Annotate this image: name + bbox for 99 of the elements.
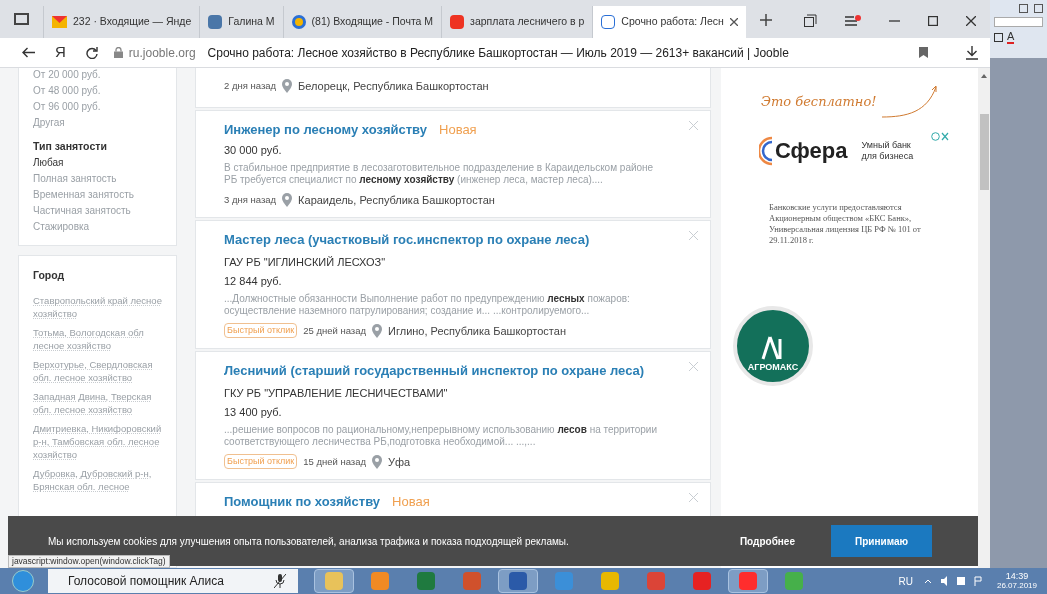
tab-title: Галина М bbox=[228, 14, 275, 30]
site-icon bbox=[208, 15, 223, 29]
job-location: Уфа bbox=[388, 454, 411, 470]
bank-disclaimer: Банковские услуги предоставляются Акционерным обществом «БКС Банк», Универсальная лицензия ЦБ РФ № 101 от 29.11.2018 г. bbox=[769, 202, 922, 246]
tab-title: зарплата лесничего в р bbox=[470, 14, 585, 30]
employment-filter-option[interactable]: Частичная занятость bbox=[33, 204, 162, 217]
start-button[interactable] bbox=[12, 570, 34, 592]
more-link[interactable]: Подробнее bbox=[739, 533, 795, 549]
lock-icon bbox=[113, 47, 123, 58]
job-description: ...решение вопросов по рациональному,непрерывному использованию лесов на территории соответствующего лесничества РБ,подготовка необходимой... ...,... bbox=[224, 423, 658, 448]
location-pin-icon bbox=[282, 192, 293, 207]
clock-time[interactable]: 14:39 bbox=[1005, 571, 1029, 581]
search-field[interactable]: Голосовой помощник Алиса bbox=[48, 569, 298, 593]
menu-icon[interactable] bbox=[845, 14, 861, 27]
salary-filter-option[interactable]: Другая bbox=[33, 116, 162, 129]
new-label: Новая bbox=[439, 120, 477, 139]
bookmark-icon[interactable] bbox=[919, 47, 928, 58]
city-link[interactable]: Тотьма, Вологодская обл лесное хозяйство bbox=[33, 325, 168, 352]
back-arrow-icon[interactable] bbox=[22, 47, 35, 58]
tab-list-icon[interactable] bbox=[14, 13, 29, 25]
arc-logo-icon bbox=[759, 136, 773, 166]
job-location: Белорецк, Республика Башкортостан bbox=[298, 79, 489, 94]
city-link[interactable]: Дубровка, Дубровский р-н, Брянская обл. лесное bbox=[33, 466, 168, 493]
reload-icon[interactable] bbox=[85, 46, 98, 59]
job-title-link[interactable]: Помощник по хозяйству bbox=[224, 492, 381, 512]
job-title-link[interactable]: Мастер леса (участковый гос.инспектор по охране леса) bbox=[224, 230, 590, 250]
accept-button[interactable]: Принимаю bbox=[831, 525, 932, 557]
site-icon bbox=[601, 15, 616, 29]
city-link[interactable]: Западная Двина, Тверская обл. лесное хозяйство bbox=[33, 389, 168, 416]
close-icon[interactable] bbox=[729, 18, 738, 26]
salary: 13 400 руб. bbox=[224, 405, 283, 420]
quick-apply-tag: Быстрый отклик bbox=[224, 454, 298, 470]
site-icon bbox=[291, 15, 306, 29]
tab-title: Срочно работа: Лесн bbox=[621, 14, 724, 30]
job-location: Караидель, Республика Башкортостан bbox=[298, 192, 495, 208]
taskbar-app[interactable] bbox=[728, 569, 768, 593]
salary-filter-option[interactable]: От 20 000 руб. bbox=[33, 68, 162, 81]
company-name: ГКУ РБ "УПРАВЛЕНИЕ ЛЕСНИЧЕСТВАМИ" bbox=[224, 385, 449, 401]
employment-filter-option[interactable]: Полная занятость bbox=[33, 172, 162, 185]
download-icon[interactable] bbox=[966, 45, 978, 60]
city-link[interactable]: Дмитриевка, Никифоровский р-н, Тамбовская обл. лесное хозяйство bbox=[33, 421, 168, 461]
job-title-link[interactable]: Инженер по лесному хозяйству bbox=[224, 119, 427, 139]
browser-tab[interactable]: Срочно работа: Лесн bbox=[592, 6, 746, 38]
job-description: ...Должностные обязанности Выполнение работ по предупреждению лесных пожаров: осуществление наземного патрулирования; создание и... ...контролируемого... bbox=[224, 292, 631, 317]
tray-icons[interactable] bbox=[922, 576, 983, 586]
job-title-link[interactable]: Лесничий (старший государственный инспектор по охране леса) bbox=[224, 361, 645, 381]
font-color-button[interactable]: A bbox=[1007, 31, 1015, 44]
border-icon[interactable] bbox=[994, 33, 1003, 42]
minimize-icon[interactable] bbox=[889, 19, 900, 22]
location-pin-icon bbox=[372, 454, 383, 469]
bank-logo: Сфера bbox=[775, 140, 848, 162]
salary: 30 000 руб. bbox=[224, 143, 283, 158]
tab-title: (81) Входящие - Почта М bbox=[311, 14, 434, 30]
job-location: Иглино, Республика Башкортостан bbox=[388, 323, 566, 339]
windows-icon[interactable] bbox=[804, 14, 817, 27]
close-icon[interactable] bbox=[966, 15, 976, 26]
posted-time: 2 дня назад bbox=[224, 79, 277, 94]
yandex-logo[interactable]: Я bbox=[55, 41, 66, 64]
city-link[interactable]: Верхотурье, Свердловская обл. лесное хозяйство bbox=[33, 357, 168, 384]
scroll-up-icon[interactable] bbox=[981, 74, 987, 78]
maximize-icon[interactable] bbox=[928, 15, 938, 26]
posted-time: 25 дней назад bbox=[303, 323, 367, 338]
agro-logo-text: АГРОМАКС bbox=[747, 360, 799, 374]
ad-info-icon[interactable] bbox=[931, 132, 949, 141]
tab-title: 232 · Входящие — Янде bbox=[73, 14, 192, 30]
city-link[interactable]: Ставропольский край лесное хозяйство bbox=[33, 293, 168, 320]
envelope-icon bbox=[52, 16, 67, 28]
microphone-muted-icon[interactable] bbox=[274, 574, 286, 588]
language-indicator[interactable]: RU bbox=[898, 573, 913, 589]
new-label: Новая bbox=[392, 493, 430, 511]
posted-time: 3 дня назад bbox=[224, 192, 277, 207]
employment-filter-option[interactable]: Любая bbox=[33, 156, 162, 169]
salary-filter-option[interactable]: От 96 000 руб. bbox=[33, 100, 162, 113]
clock-date[interactable]: 26.07.2019 bbox=[996, 581, 1037, 591]
employment-filter-option[interactable]: Стажировка bbox=[33, 220, 162, 233]
job-description: В стабильное предприятие в лесозаготовительное подразделение в Караидельском районе РБ требуется специалист по лесному хозяйству (инженер леса, мастер леса).... bbox=[224, 161, 655, 186]
location-pin-icon bbox=[372, 323, 383, 338]
dropdown-field[interactable] bbox=[994, 17, 1043, 27]
posted-time: 15 дней назад bbox=[303, 454, 367, 469]
location-pin-icon bbox=[282, 79, 293, 94]
bank-ad[interactable]: Сфера Умный банк для бизнеса bbox=[759, 130, 949, 172]
curved-arrow-icon bbox=[882, 84, 939, 120]
cookie-message: Мы используем cookies для улучшения опыта пользователей, анализа трафика и показа подходящей рекламы. bbox=[48, 534, 569, 549]
address-domain[interactable]: ru.jooble.org bbox=[128, 43, 196, 62]
bank-slogan: Умный банк для бизнеса bbox=[861, 140, 915, 162]
status-url: javascript:window.open(window.clickTag) bbox=[8, 555, 170, 568]
company-name: ГАУ РБ "ИГЛИНСКИЙ ЛЕСХОЗ" bbox=[224, 254, 387, 270]
salary: 12 844 руб. bbox=[224, 274, 283, 289]
free-note: Это бесплатно! bbox=[761, 93, 877, 112]
salary-filter-option[interactable]: От 48 000 руб. bbox=[33, 84, 162, 97]
taskbar-app[interactable] bbox=[498, 569, 538, 593]
scrollbar-thumb[interactable] bbox=[979, 114, 989, 190]
site-icon bbox=[450, 15, 465, 29]
page-title: Срочно работа: Лесное хозяйство в Республике Башкортостан — Июль 2019 — 2613+ вакансий | Jooble bbox=[207, 44, 789, 62]
quick-apply-tag: Быстрый отклик bbox=[224, 323, 298, 339]
filter-heading: Город bbox=[33, 268, 66, 283]
employment-filter-option[interactable]: Временная занятость bbox=[33, 188, 162, 201]
new-tab-icon[interactable] bbox=[759, 14, 772, 26]
filter-heading: Тип занятости bbox=[33, 140, 108, 153]
